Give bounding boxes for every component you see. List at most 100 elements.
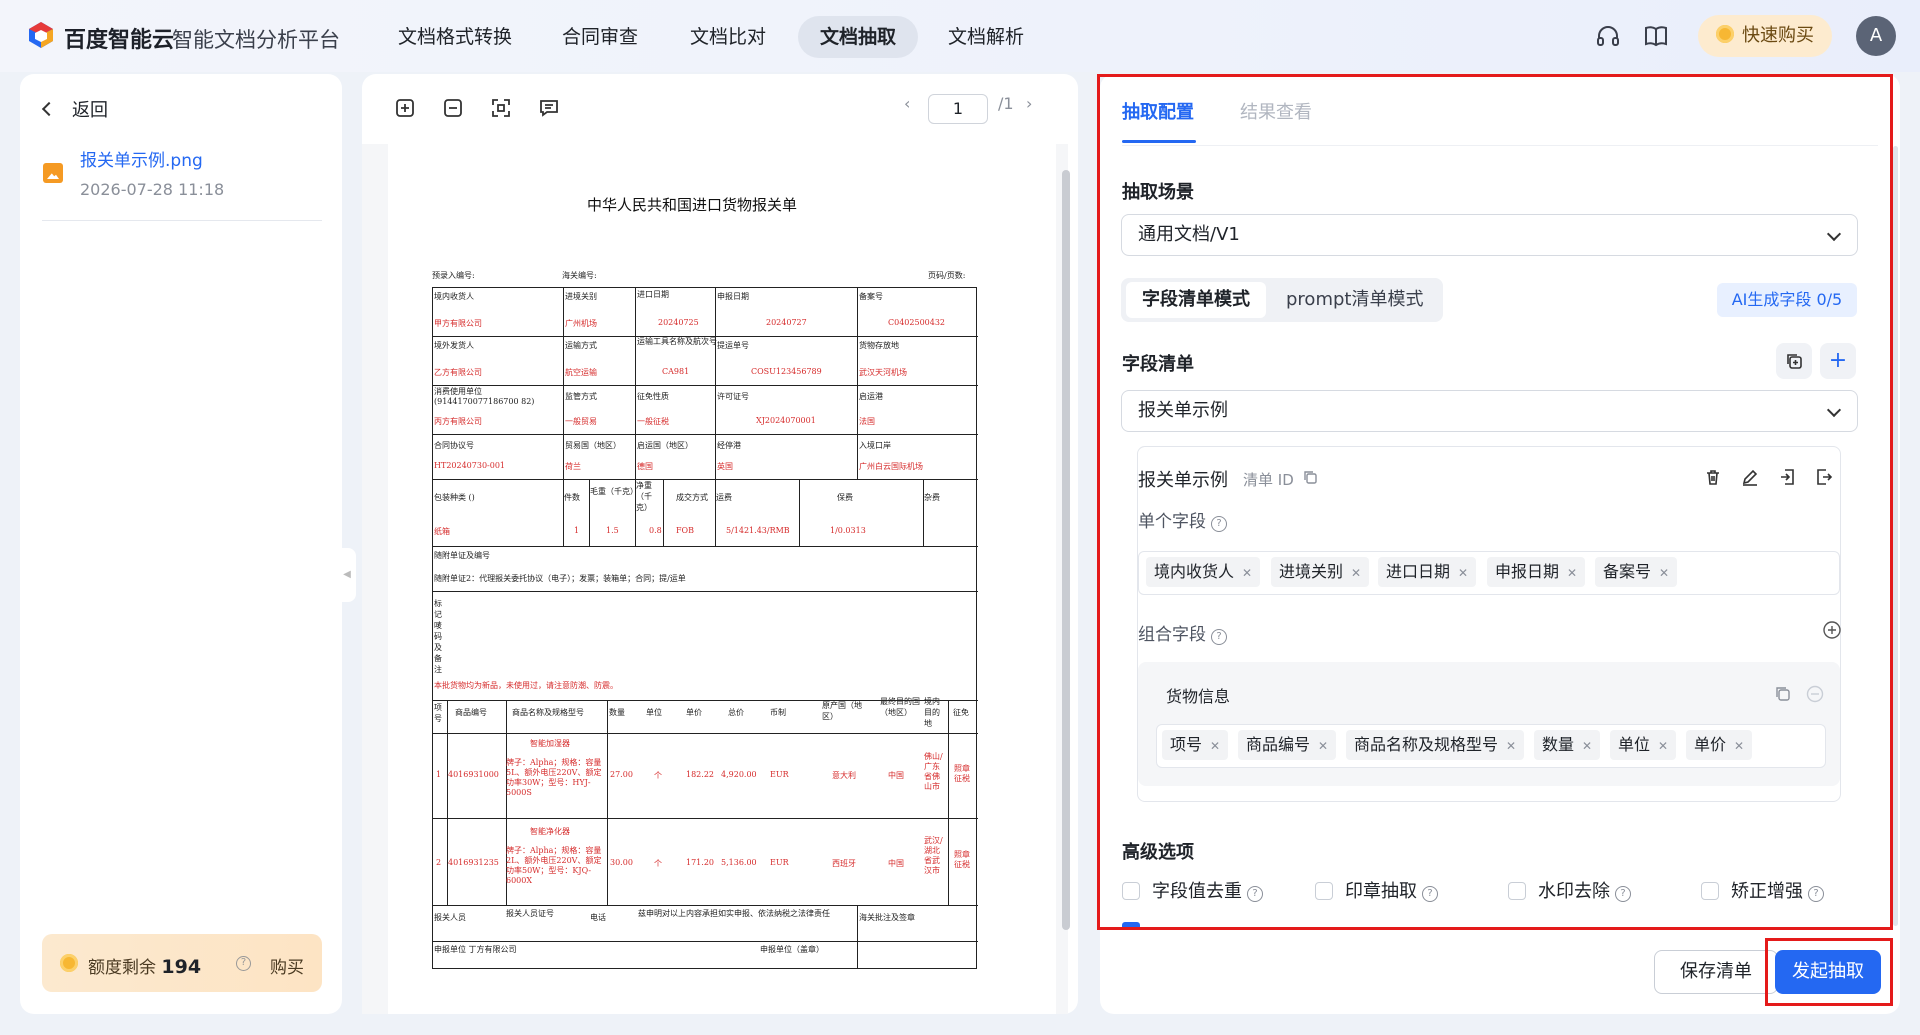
image-file-icon bbox=[43, 163, 63, 183]
goods-1-unit: 个 bbox=[654, 771, 662, 780]
goods-2-dest: 中国 bbox=[888, 859, 904, 868]
label-phone: 电话 bbox=[590, 913, 606, 922]
fit-screen-icon[interactable] bbox=[490, 97, 514, 121]
value-consumer: 丙方有限公司 bbox=[434, 417, 482, 426]
value-shipper: 乙方有限公司 bbox=[434, 368, 482, 377]
save-list-button[interactable]: 保存清单 bbox=[1654, 950, 1778, 994]
config-scrollbar[interactable] bbox=[1893, 146, 1898, 926]
page-number-input[interactable]: 1 bbox=[928, 94, 988, 124]
goods-2-name: 智能净化器 bbox=[530, 827, 570, 836]
value-license: XJ2024070001 bbox=[756, 416, 816, 425]
label-departure-port: 启运港 bbox=[859, 392, 883, 401]
prev-page-icon[interactable]: ‹ bbox=[904, 94, 910, 113]
nav-doc-extract[interactable]: 文档抽取 bbox=[798, 16, 919, 58]
goods-header-name: 商品名称及规格型号 bbox=[512, 708, 584, 717]
goods-2-qty: 30.00 bbox=[610, 858, 633, 867]
file-date: 2026-07-28 11:18 bbox=[80, 180, 225, 199]
value-vessel: CA981 bbox=[662, 367, 690, 376]
value-attach: 随附单证2：代理报关委托协议（电子）；发票；装箱单；合同；提/运单 bbox=[434, 574, 686, 583]
nav-doc-compare[interactable]: 文档比对 bbox=[668, 16, 788, 58]
goods-2-tax: 照章征税 bbox=[954, 850, 970, 869]
label-tax-nature: 征免性质 bbox=[637, 392, 669, 401]
label-customs-note: 海关批注及签章 bbox=[859, 913, 915, 922]
value-entry-customs: 广州机场 bbox=[565, 319, 597, 328]
file-sidebar bbox=[20, 74, 342, 1014]
label-record-no: 备案号 bbox=[859, 292, 883, 301]
goods-2-price: 171.20 bbox=[686, 858, 714, 867]
value-supervision: 一般贸易 bbox=[565, 417, 597, 426]
value-consignee: 甲方有限公司 bbox=[434, 319, 482, 328]
goods-2-no: 2 bbox=[436, 858, 442, 867]
nav-contract-review[interactable]: 合同审查 bbox=[540, 16, 660, 58]
book-icon[interactable] bbox=[1642, 22, 1670, 50]
goods-1-place: 佛山/广东省佛山市 bbox=[924, 752, 943, 791]
quick-buy-label: 快速购买 bbox=[1742, 25, 1814, 46]
value-import-date: 20240725 bbox=[658, 318, 699, 327]
file-name[interactable]: 报关单示例.png bbox=[80, 146, 203, 171]
next-page-icon[interactable]: › bbox=[1026, 94, 1032, 113]
goods-2-code: 4016931235 bbox=[448, 858, 499, 867]
avatar[interactable]: A bbox=[1856, 16, 1896, 56]
label-trade-country: 贸易国（地区） bbox=[565, 441, 621, 450]
goods-2-unit: 个 bbox=[654, 859, 662, 868]
value-record-no: C0402500432 bbox=[888, 318, 946, 327]
quota-label: 额度剩余 bbox=[88, 958, 156, 978]
value-freight: 5/1421.43/RMB bbox=[726, 526, 790, 535]
chevron-left-icon bbox=[41, 101, 57, 117]
label-deal-mode: 成交方式 bbox=[676, 493, 708, 502]
coin-icon bbox=[60, 954, 78, 972]
quick-buy-button[interactable]: 快速购买 bbox=[1698, 15, 1832, 57]
page-total: /1 bbox=[998, 94, 1014, 113]
value-deal-mode: FOB bbox=[676, 526, 694, 535]
goods-1-price: 182.22 bbox=[686, 770, 714, 779]
label-stop-port: 经停港 bbox=[717, 441, 741, 450]
label-license: 许可证号 bbox=[717, 392, 749, 401]
zoom-out-icon[interactable] bbox=[442, 97, 466, 121]
nav-doc-parse[interactable]: 文档解析 bbox=[926, 16, 1046, 58]
goods-1-code: 4016931000 bbox=[448, 770, 499, 779]
goods-header-code: 商品编号 bbox=[455, 708, 487, 717]
label-entry-customs: 进境关别 bbox=[565, 292, 597, 301]
coin-icon bbox=[1716, 25, 1734, 43]
goods-header-no: 项号 bbox=[434, 703, 442, 723]
quota-value: 194 bbox=[161, 956, 202, 978]
document-title: 中华人民共和国进口货物报关单 bbox=[587, 196, 798, 214]
value-tax-nature: 一般征税 bbox=[637, 417, 669, 426]
goods-1-name: 智能加湿器 bbox=[530, 739, 570, 748]
goods-header-total: 总价 bbox=[728, 708, 744, 717]
collapse-sidebar-handle[interactable]: ◀ bbox=[338, 548, 356, 602]
goods-1-spec: 牌子：Alpha；规格：容量5L、额外电压220V、额定功率30W；型号：HYJ… bbox=[506, 758, 602, 797]
label-remarks: 标记唛码及备注 bbox=[434, 599, 442, 674]
goods-1-dest: 中国 bbox=[888, 771, 904, 780]
goods-1-total: 4,920.00 bbox=[721, 770, 757, 779]
value-pieces: 1 bbox=[574, 526, 580, 535]
value-transport-mode: 航空运输 bbox=[565, 368, 597, 377]
goods-header-origin: 原产国（地区） bbox=[822, 701, 862, 721]
back-button[interactable]: 返回 bbox=[41, 96, 108, 122]
headset-icon[interactable] bbox=[1594, 22, 1622, 50]
value-gross-weight: 1.5 bbox=[606, 526, 619, 535]
help-icon[interactable]: ? bbox=[236, 956, 251, 971]
quota-buy-link[interactable]: 购买 bbox=[270, 953, 304, 978]
goods-1-qty: 27.00 bbox=[610, 770, 633, 779]
goods-2-currency: EUR bbox=[770, 858, 789, 867]
start-button-highlight-frame bbox=[1765, 938, 1893, 1006]
declaring-unit-seal: 申报单位（盖章） bbox=[760, 945, 824, 954]
comment-icon[interactable] bbox=[538, 97, 562, 121]
label-import-date: 进口日期 bbox=[637, 290, 669, 299]
sidebar-divider bbox=[42, 220, 322, 221]
value-pack-type: 纸箱 bbox=[434, 527, 450, 536]
value-bill-no: COSU123456789 bbox=[751, 367, 822, 376]
goods-header-tax: 征免 bbox=[953, 708, 969, 717]
nav-format-convert[interactable]: 文档格式转换 bbox=[376, 16, 534, 58]
value-stop-port: 英国 bbox=[717, 462, 733, 471]
goods-1-currency: EUR bbox=[770, 770, 789, 779]
label-declarant: 报关人员 bbox=[434, 913, 466, 922]
label-insurance: 保费 bbox=[837, 493, 853, 502]
viewer-scrollbar[interactable] bbox=[1062, 170, 1070, 930]
pre-entry-no: 预录入编号: bbox=[432, 271, 475, 280]
label-pack-type: 包装种类 () bbox=[434, 493, 475, 502]
value-entry-port: 广州白云国际机场 bbox=[859, 462, 923, 471]
zoom-in-icon[interactable] bbox=[394, 97, 418, 121]
label-contract-no: 合同协议号 bbox=[434, 441, 474, 450]
